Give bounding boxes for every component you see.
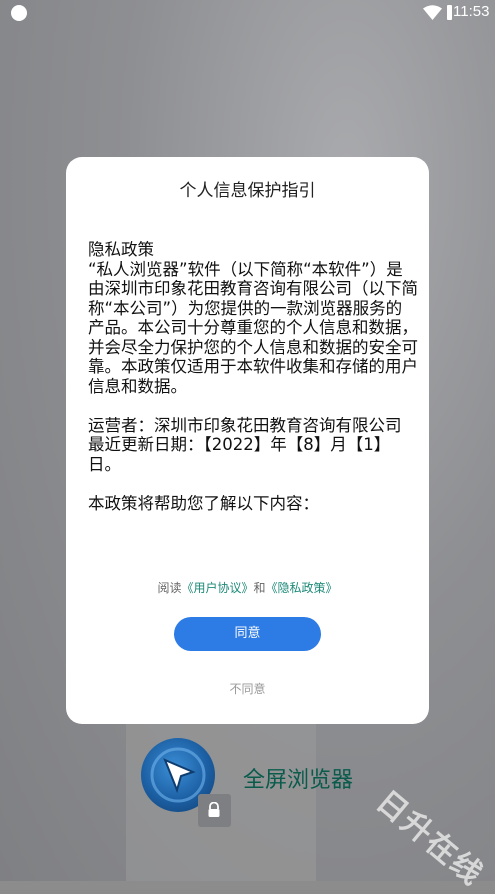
lock-badge bbox=[198, 794, 231, 827]
disagree-button[interactable]: 不同意 bbox=[66, 680, 429, 697]
policy-text: 隐私政策 “私人浏览器”软件（以下简称“本软件”）是由深圳市印象花田教育咨询有限… bbox=[88, 240, 418, 513]
wifi-icon bbox=[423, 5, 442, 20]
privacy-dialog: 个人信息保护指引 隐私政策 “私人浏览器”软件（以下简称“本软件”）是由深圳市印… bbox=[66, 157, 429, 724]
updated-date-text: 最近更新日期：【2022】年【8】月【1】日。 bbox=[88, 435, 391, 474]
agreement-links: 阅读《用户协议》和《隐私政策》 bbox=[66, 579, 429, 596]
lock-icon bbox=[208, 802, 220, 817]
dialog-title: 个人信息保护指引 bbox=[179, 181, 316, 201]
app-title: 全屏浏览器 bbox=[243, 768, 354, 793]
notification-dot-icon bbox=[11, 5, 27, 21]
status-bar: 11:53 bbox=[0, 0, 495, 28]
status-time: 11:53 bbox=[453, 3, 490, 20]
battery-icon bbox=[447, 5, 452, 20]
operator-text: 运营者：深圳市印象花田教育咨询有限公司 bbox=[88, 415, 402, 435]
links-and: 和 bbox=[253, 581, 266, 595]
policy-paragraph: “私人浏览器”软件（以下简称“本软件”）是由深圳市印象花田教育咨询有限公司（以下… bbox=[88, 259, 418, 396]
privacy-policy-link[interactable]: 《隐私政策》 bbox=[266, 581, 338, 595]
policy-intro: 本政策将帮助您了解以下内容： bbox=[88, 493, 319, 513]
policy-heading: 隐私政策 bbox=[88, 240, 154, 259]
agree-button[interactable]: 同意 bbox=[174, 617, 321, 651]
links-prefix: 阅读 bbox=[157, 581, 182, 595]
user-agreement-link[interactable]: 《用户协议》 bbox=[181, 581, 253, 595]
